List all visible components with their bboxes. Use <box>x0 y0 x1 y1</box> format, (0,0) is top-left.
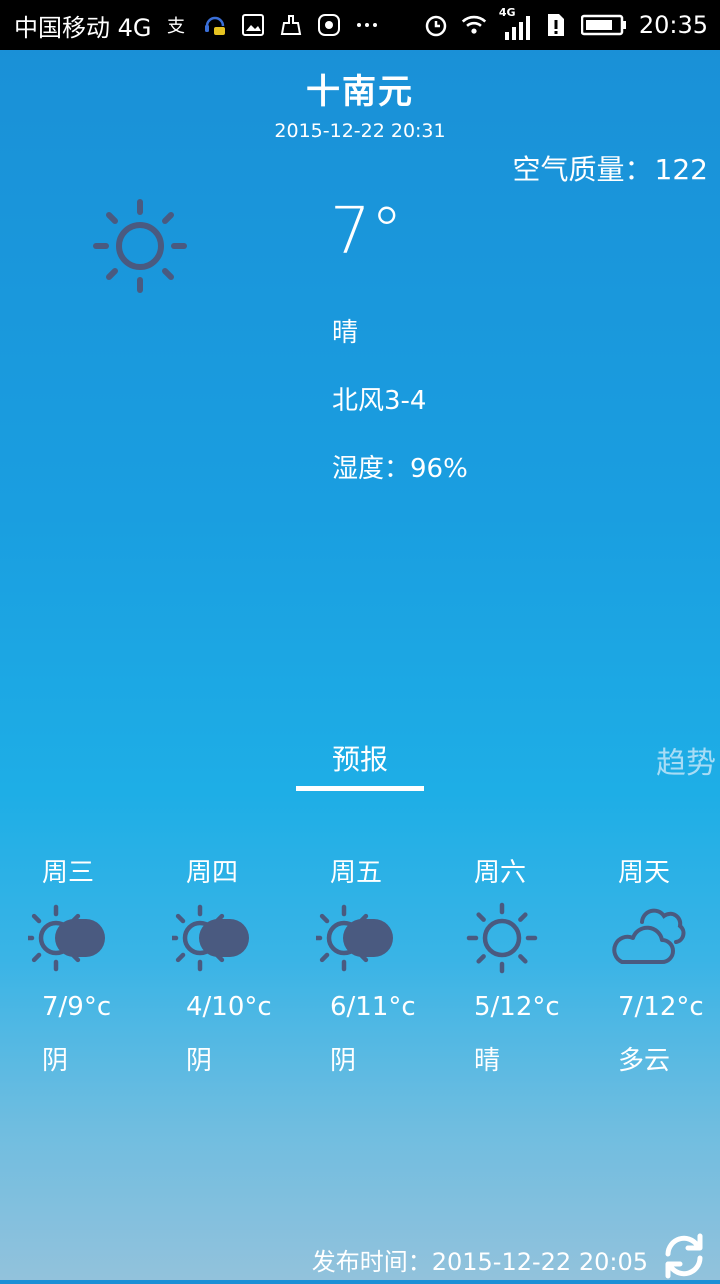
image-icon <box>240 12 266 38</box>
forecast-day: 周天 7/12°c 多云 <box>576 852 720 1082</box>
clock-time: 20:35 <box>638 11 708 39</box>
forecast-day-name: 周六 <box>474 858 527 888</box>
forecast-day-name: 周五 <box>330 858 383 888</box>
air-quality-value: 122 <box>654 153 708 186</box>
tab-forecast-indicator <box>296 786 424 791</box>
overcast-icon <box>166 896 256 980</box>
refresh-icon[interactable] <box>660 1232 708 1280</box>
battery-icon <box>580 12 627 38</box>
signal-icon: 4G <box>499 6 531 40</box>
forecast-day-name: 周三 <box>42 858 95 888</box>
current-wind: 北风3-4 <box>332 386 427 416</box>
forecast-condition: 阴 <box>186 1046 213 1076</box>
sim-alert-icon <box>543 12 569 38</box>
more-icon <box>354 12 380 38</box>
cloudy-icon <box>604 896 688 980</box>
air-quality: 空气质量：122 <box>511 148 708 188</box>
overcast-icon <box>22 896 112 980</box>
publish-datetime: 2015-12-22 20:31 <box>274 120 446 142</box>
forecast-day: 周三 7/9°c 阴 <box>0 852 144 1082</box>
carrier-label: 中国移动 4G <box>14 13 152 42</box>
forecast-day-name: 周四 <box>186 858 239 888</box>
forecast-temps: 7/9°c <box>42 992 112 1022</box>
forecast-day-name: 周天 <box>618 858 671 888</box>
current-temperature: 7° <box>330 195 403 269</box>
forecast-list: 周三 7/9°c 阴 周四 4/10°c 阴 周五 6/11°c 阴 周六 5/… <box>0 852 720 1082</box>
forecast-condition: 多云 <box>618 1046 671 1076</box>
forecast-temps: 7/12°c <box>618 992 704 1022</box>
status-bar: 中国移动 4G 支 4G 20:35 <box>0 0 720 50</box>
sunny-icon <box>460 896 544 980</box>
forecast-condition: 晴 <box>474 1046 501 1076</box>
forecast-day: 周五 6/11°c 阴 <box>288 852 432 1082</box>
svg-text:支: 支 <box>167 16 185 37</box>
forecast-condition: 阴 <box>330 1046 357 1076</box>
publish-time-footer: 发布时间：2015-12-22 20:05 <box>311 1248 648 1276</box>
forecast-temps: 4/10°c <box>186 992 272 1022</box>
forecast-condition: 阴 <box>42 1046 69 1076</box>
current-condition: 晴 <box>332 318 359 348</box>
current-humidity: 湿度：96% <box>332 454 468 484</box>
forecast-day: 周六 5/12°c 晴 <box>432 852 576 1082</box>
wifi-icon <box>461 12 487 38</box>
tab-trend[interactable]: 趋势 <box>656 738 716 782</box>
forecast-temps: 5/12°c <box>474 992 560 1022</box>
forecast-temps: 6/11°c <box>330 992 416 1022</box>
forecast-day: 周四 4/10°c 阴 <box>144 852 288 1082</box>
tab-forecast[interactable]: 预报 <box>296 738 424 778</box>
alarm-icon <box>423 12 449 38</box>
sun-icon <box>92 198 188 294</box>
alipay-icon: 支 <box>164 12 190 38</box>
cleaner-icon <box>278 12 304 38</box>
headset-chat-icon <box>202 12 228 38</box>
air-quality-label: 空气质量： <box>512 153 653 186</box>
city-name[interactable]: 十南元 <box>0 64 720 113</box>
overcast-icon <box>310 896 400 980</box>
huawei-app-icon <box>316 12 342 38</box>
